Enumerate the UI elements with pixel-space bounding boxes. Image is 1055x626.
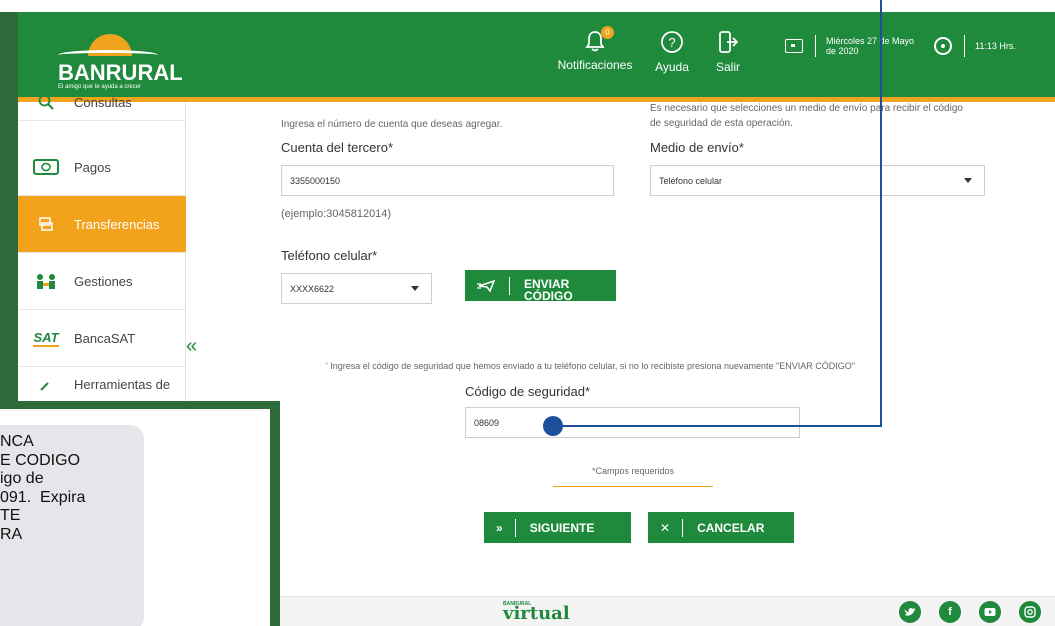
medium-hint: Es necesario que selecciones un medio de… <box>650 101 963 131</box>
send-icon <box>477 279 496 293</box>
footer-logo: virtual <box>503 603 570 624</box>
account-input-value: 3355000150 <box>290 175 341 186</box>
logout-label: Salir <box>715 60 740 74</box>
security-code-value: 08609 <box>474 417 500 428</box>
send-code-label: ENVIAR <box>524 276 570 291</box>
help-button[interactable]: ? Ayuda <box>652 30 692 74</box>
medium-label: Medio de envío* <box>650 140 744 155</box>
required-fields-note: *Campos requeridos <box>553 466 713 487</box>
security-code-input[interactable]: 08609 <box>465 407 800 438</box>
send-code-button[interactable]: ENVIAR CÓDIGO <box>465 270 616 303</box>
time-display: 11:13 Hrs. <box>934 35 1016 57</box>
close-icon: ✕ <box>660 520 671 535</box>
divider <box>509 276 510 295</box>
account-example: (ejemplo:3045812014) <box>281 208 392 220</box>
sidebar-item-consultas[interactable]: Consultas <box>18 84 186 121</box>
annotation-line <box>553 425 882 427</box>
chevron-down-icon <box>964 178 972 183</box>
money-icon <box>32 159 60 175</box>
divider <box>514 518 516 537</box>
sms-overlay: NCA E CODIGO igo de 091. Expira TE RA <box>0 401 280 626</box>
banrural-logo[interactable]: BANRURAL El amigo que te ayuda a crecer <box>40 30 183 90</box>
phone-select[interactable]: XXXX6622 <box>281 273 432 304</box>
svg-text:?: ? <box>668 35 675 50</box>
logout-icon <box>719 31 739 53</box>
people-icon <box>32 272 60 290</box>
screenshot-frame: BANRURAL El amigo que te ayuda a crecer … <box>0 0 1055 626</box>
frame-border <box>0 12 18 402</box>
phone-label: Teléfono celular* <box>281 248 378 263</box>
transfer-icon <box>32 216 60 232</box>
medium-select-value: Teléfono celular <box>659 175 723 186</box>
sat-icon: SAT <box>26 330 66 347</box>
sidebar-item-label: BancaSAT <box>74 330 136 346</box>
youtube-icon[interactable] <box>979 601 1001 623</box>
divider <box>682 518 684 537</box>
cancel-button[interactable]: ✕ CANCELAR <box>648 512 794 543</box>
logo-wave-icon <box>58 50 158 60</box>
medium-select[interactable]: Teléfono celular <box>650 165 985 196</box>
account-label: Cuenta del tercero* <box>281 140 394 155</box>
divider <box>964 35 965 57</box>
logout-button[interactable]: Salir <box>711 30 745 74</box>
annotation-line <box>880 0 882 426</box>
next-button[interactable]: » SIGUIENTE <box>484 512 631 543</box>
clock-icon <box>934 37 952 55</box>
instagram-icon[interactable] <box>1019 601 1041 623</box>
facebook-icon[interactable]: f <box>939 601 961 623</box>
help-label: Ayuda <box>655 60 689 74</box>
cancel-label: CANCELAR <box>697 520 765 535</box>
chevron-down-icon <box>411 286 419 291</box>
medium-hint-line1: Es necesario que selecciones un medio de… <box>650 103 963 114</box>
sidebar-item-label: Transferencias <box>74 216 160 232</box>
next-label: SIGUIENTE <box>529 520 595 535</box>
account-hint: Ingresa el número de cuenta que deseas a… <box>281 119 503 130</box>
footer: BANRURAL virtual f <box>275 596 1055 626</box>
twitter-icon[interactable] <box>899 601 921 623</box>
sidebar-item-label: Gestiones <box>74 273 133 289</box>
sidebar-item-gestiones[interactable]: Gestiones <box>18 253 186 310</box>
sat-logo: SAT <box>33 329 59 347</box>
search-icon <box>32 94 60 110</box>
sidebar-item-label: Pagos <box>74 159 111 175</box>
logo-text: BANRURAL <box>58 60 183 85</box>
date-line2: de 2020 <box>826 46 859 56</box>
sidebar-item-bancasat[interactable]: SAT BancaSAT <box>18 310 186 367</box>
date-line1: Miércoles 27 de Mayo <box>826 36 915 46</box>
double-chevron-right-icon: » <box>496 520 503 535</box>
sidebar: Consultas Pagos Transferencias Gestiones… <box>18 95 186 402</box>
security-hint: ' Ingresa el código de seguridad que hem… <box>326 361 855 371</box>
notifications-label: Notificaciones <box>557 58 633 72</box>
sms-panel: NCA E CODIGO igo de 091. Expira TE RA <box>0 409 270 626</box>
help-icon: ? <box>661 31 683 53</box>
divider <box>815 35 816 57</box>
sidebar-item-transferencias[interactable]: Transferencias <box>18 196 186 253</box>
phone-select-value: XXXX6622 <box>290 283 335 294</box>
calendar-icon <box>785 39 803 53</box>
notifications-badge: 0 <box>601 26 614 39</box>
sidebar-item-pagos[interactable]: Pagos <box>18 139 186 196</box>
send-code-label-2: CÓDIGO <box>524 288 573 303</box>
sms-message: NCA E CODIGO igo de 091. Expira TE RA <box>0 433 86 543</box>
security-label: Código de seguridad* <box>465 384 591 399</box>
date-display: Miércoles 27 de Mayo de 2020 <box>785 35 914 57</box>
sidebar-item-label: Consultas <box>74 94 132 110</box>
annotation-dot <box>543 416 563 436</box>
notifications-button[interactable]: 0 Notificaciones <box>555 26 635 72</box>
sidebar-item-herramientas[interactable]: Herramientas de <box>18 367 186 402</box>
tools-icon <box>32 377 60 393</box>
account-input[interactable]: 3355000150 <box>281 165 614 196</box>
medium-hint-line2: de seguridad de esta operación. <box>650 118 793 129</box>
sidebar-item-label: Herramientas de <box>74 377 171 392</box>
time-label: 11:13 Hrs. <box>975 41 1016 51</box>
